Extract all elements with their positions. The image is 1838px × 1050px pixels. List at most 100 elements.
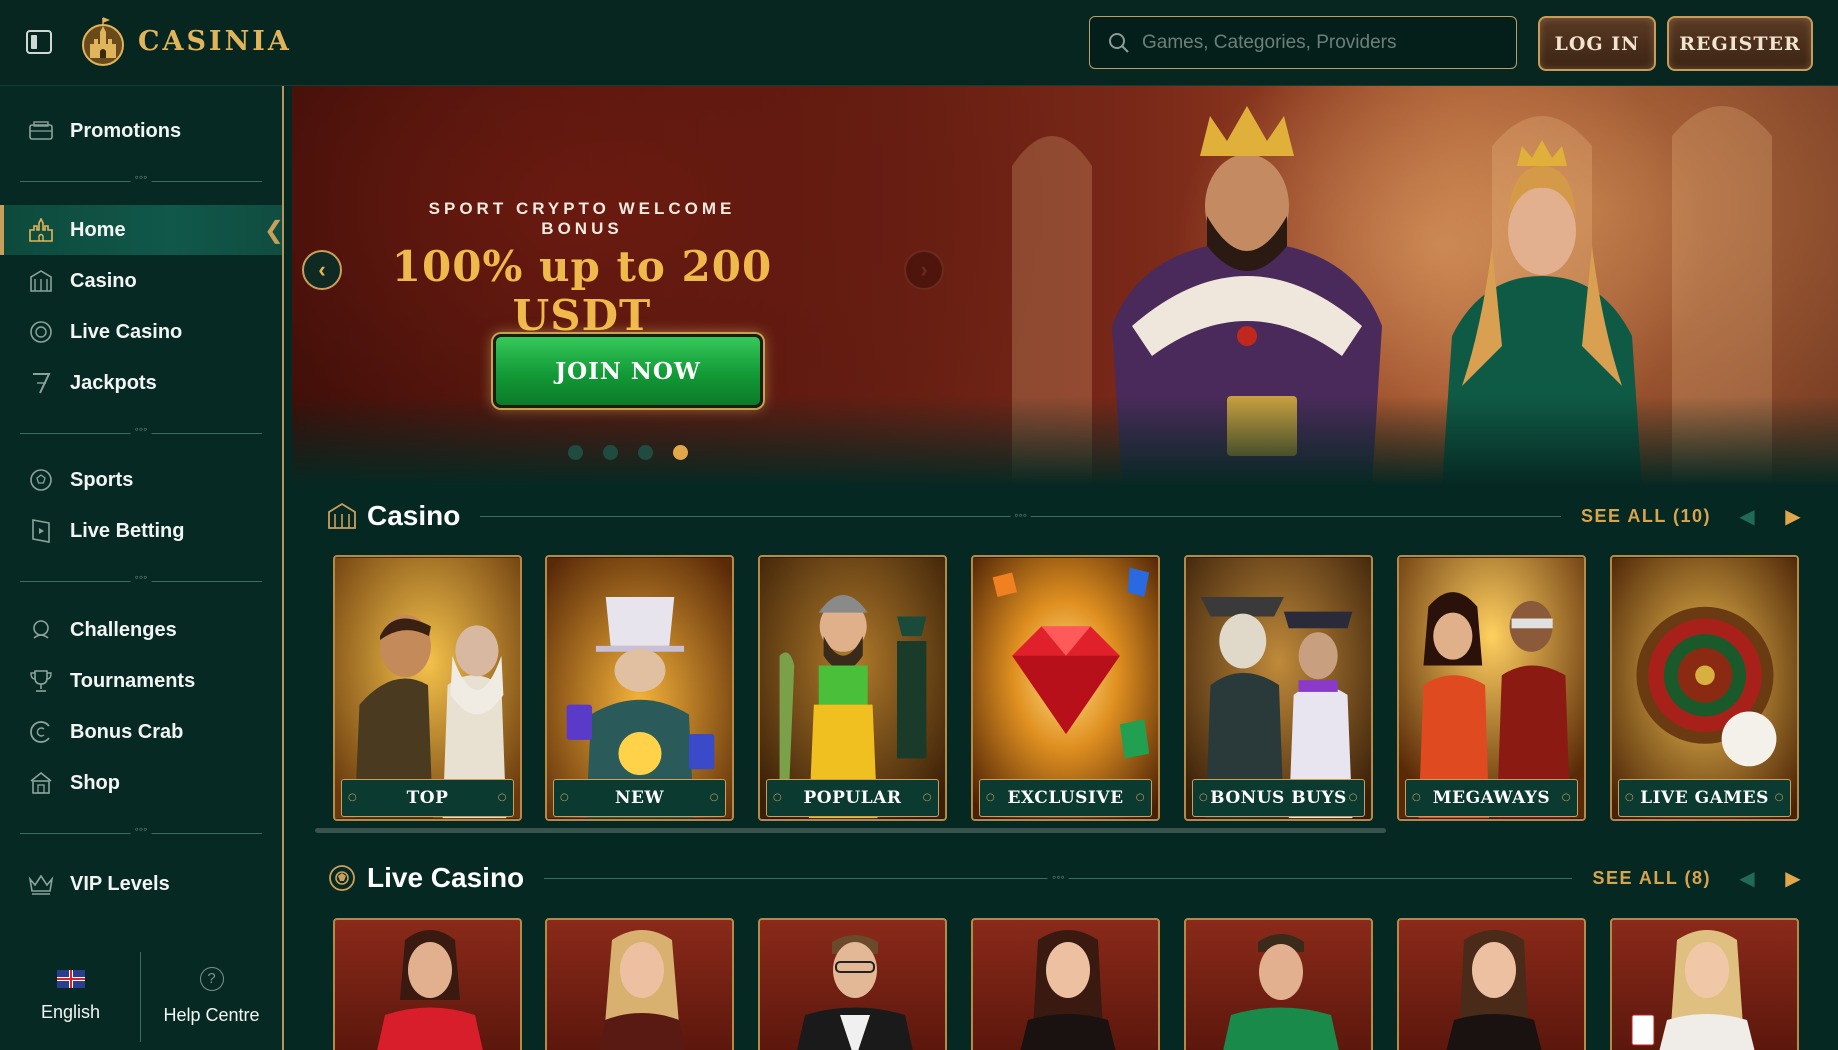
casino-icon (28, 268, 54, 294)
language-selector[interactable]: English (0, 942, 141, 1050)
sidebar-toggle-icon[interactable] (26, 30, 52, 54)
logo[interactable]: CASINIA (78, 14, 292, 68)
home-castle-icon (28, 217, 54, 243)
carousel-prev-icon[interactable]: ◀ (1733, 502, 1761, 530)
sidebar-item-label: Promotions (70, 119, 182, 142)
sidebar-item-vip-levels[interactable]: VIP Levels (0, 859, 282, 909)
sidebar-divider (20, 428, 262, 438)
sidebar-item-live-betting[interactable]: Live Betting (0, 506, 282, 556)
sidebar-item-label: Tournaments (70, 669, 196, 692)
sidebar-item-home[interactable]: Home ❮ (0, 205, 284, 255)
sidebar-item-label: Shop (70, 771, 120, 794)
bonus-crab-icon (28, 719, 54, 745)
carousel-dot[interactable] (568, 445, 583, 460)
section-title: Live Casino (367, 862, 525, 893)
tile-label: LIVE GAMES (1618, 779, 1791, 817)
carousel-dot[interactable] (603, 445, 618, 460)
carousel-dot-active[interactable] (673, 445, 688, 460)
banner-headline: 100% up to 200 USDT (391, 242, 773, 340)
sidebar-item-shop[interactable]: Shop (0, 758, 282, 808)
tile-label: BONUS BUYS (1192, 779, 1365, 817)
dealer-art (797, 935, 913, 1050)
casino-icon (327, 501, 357, 531)
promo-banner: SPORT CRYPTO WELCOME BONUS 100% up to 20… (292, 86, 1838, 486)
live-game-tile[interactable] (545, 918, 734, 1050)
challenges-icon (28, 617, 54, 643)
banner-prev-button[interactable]: ‹ (302, 250, 342, 290)
sidebar-item-sports[interactable]: Sports (0, 455, 282, 505)
active-indicator-icon: ❮ (263, 217, 284, 244)
tile-label: POPULAR (766, 779, 939, 817)
category-tile-bonus-buys[interactable]: BONUS BUYS (1184, 555, 1373, 821)
search-input[interactable] (1142, 31, 1502, 54)
carousel-dot[interactable] (638, 445, 653, 460)
carousel-next-icon[interactable]: ▶ (1779, 864, 1807, 892)
tile-label: MEGAWAYS (1405, 779, 1578, 817)
sidebar-item-bonus-crab[interactable]: Bonus Crab (0, 707, 282, 757)
live-casino-icon (28, 319, 54, 345)
sidebar-item-tournaments[interactable]: Tournaments (0, 656, 282, 706)
language-label: English (40, 1001, 101, 1022)
top-header: CASINIA LOG IN REGISTER (0, 0, 1838, 86)
live-game-tile[interactable] (971, 918, 1160, 1050)
live-game-tile[interactable] (1184, 918, 1373, 1050)
section-divider (480, 515, 1561, 517)
category-tile-live-games[interactable]: LIVE GAMES (1610, 555, 1799, 821)
login-button[interactable]: LOG IN (1538, 16, 1656, 71)
dealer-art (377, 930, 483, 1050)
carousel-next-icon[interactable]: ▶ (1779, 502, 1807, 530)
see-all-link[interactable]: SEE ALL (10) (1581, 506, 1711, 527)
section-title: Casino (367, 500, 461, 531)
sidebar-item-casino[interactable]: Casino (0, 256, 282, 306)
sidebar-item-label: Bonus Crab (70, 720, 184, 743)
section-divider (544, 877, 1573, 879)
dealer-art (1223, 934, 1339, 1050)
see-all-link[interactable]: SEE ALL (8) (1592, 868, 1711, 889)
category-tile-exclusive[interactable]: EXCLUSIVE (971, 555, 1160, 821)
sidebar-item-promotions[interactable]: Promotions (0, 106, 282, 156)
crown-icon (28, 871, 54, 897)
question-icon: ? (199, 966, 224, 991)
tile-label: EXCLUSIVE (979, 779, 1152, 817)
sidebar-item-label: VIP Levels (70, 872, 170, 895)
dealer-art (599, 930, 685, 1050)
live-betting-icon (28, 518, 54, 544)
tile-label: TOP (341, 779, 514, 817)
register-button[interactable]: REGISTER (1667, 16, 1813, 71)
sidebar-item-live-casino[interactable]: Live Casino (0, 307, 282, 357)
promotions-icon (28, 118, 54, 144)
category-tile-popular[interactable]: POPULAR (758, 555, 947, 821)
sidebar-item-jackpots[interactable]: Jackpots (0, 358, 282, 408)
search-icon (1109, 32, 1129, 53)
sidebar-item-label: Jackpots (70, 371, 157, 394)
sidebar-item-label: Live Betting (70, 519, 185, 542)
live-game-tile[interactable] (1610, 918, 1799, 1050)
live-game-tile[interactable] (1397, 918, 1586, 1050)
trophy-icon (28, 668, 54, 694)
sidebar-item-challenges[interactable]: Challenges (0, 605, 282, 655)
uk-flag-icon (56, 969, 85, 988)
help-centre-link[interactable]: ? Help Centre (141, 942, 282, 1050)
dealer-art (1446, 930, 1542, 1050)
live-game-tile[interactable] (333, 918, 522, 1050)
horizontal-scrollbar[interactable] (315, 828, 1386, 833)
category-tile-megaways[interactable]: MEGAWAYS (1397, 555, 1586, 821)
sidebar-divider (20, 576, 262, 586)
chevron-right-icon: › (920, 257, 928, 282)
dealer-art (1631, 930, 1755, 1050)
castle-logo-icon (82, 17, 124, 66)
join-now-button[interactable]: JOIN NOW (493, 334, 763, 408)
search-box[interactable] (1089, 16, 1517, 69)
category-tile-top[interactable]: TOP (333, 555, 522, 821)
category-tile-new[interactable]: NEW (545, 555, 734, 821)
casino-section-header: Casino SEE ALL (10) ◀ ▶ (327, 496, 1807, 536)
shop-icon (28, 770, 54, 796)
sidebar-item-label: Sports (70, 468, 134, 491)
logo-text: CASINIA (138, 25, 292, 57)
sports-ball-icon (28, 467, 54, 493)
live-game-tile[interactable] (758, 918, 947, 1050)
banner-kicker: SPORT CRYPTO WELCOME BONUS (428, 199, 736, 238)
banner-next-button[interactable]: › (904, 250, 944, 290)
jackpot-seven-icon (28, 370, 54, 396)
carousel-prev-icon[interactable]: ◀ (1733, 864, 1761, 892)
